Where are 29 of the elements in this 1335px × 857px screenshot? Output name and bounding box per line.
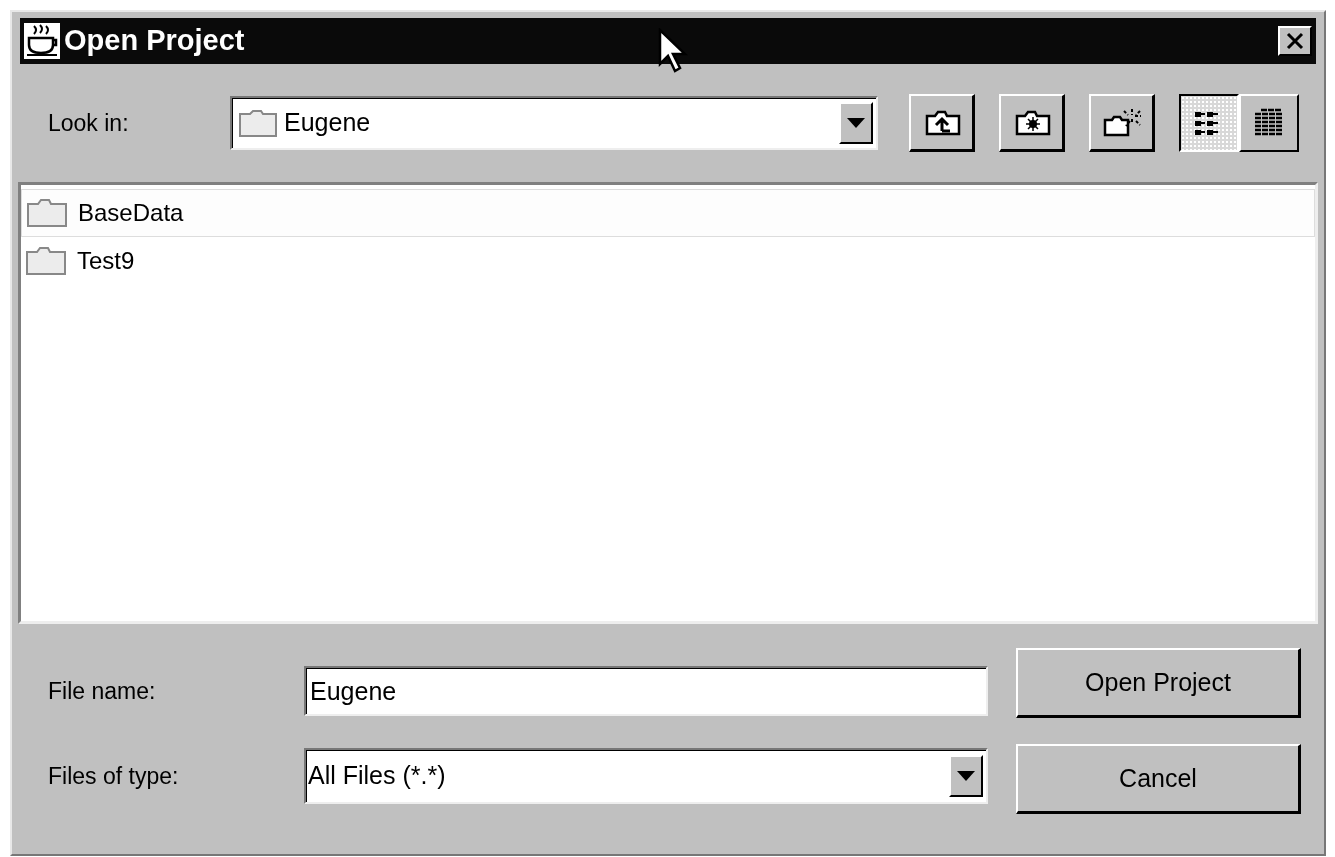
look-in-dropdown[interactable]: Eugene [230,96,878,150]
toolbar-button[interactable] [999,94,1065,152]
window-title: Open Project [64,23,245,59]
new-folder-icon [1101,106,1142,139]
cancel-button[interactable]: Cancel [1016,744,1301,814]
folder-icon [25,245,67,277]
dropdown-arrow-button[interactable] [839,102,873,144]
file-type-label: Files of type: [48,761,180,791]
file-type-value: All Files (*.*) [307,760,447,792]
open-project-button[interactable]: Open Project [1016,648,1301,718]
look-in-value: Eugene [283,107,372,139]
file-name-field[interactable]: Eugene [304,666,988,716]
coffee-cup-icon [24,23,60,59]
toolbar-button[interactable] [1089,94,1155,152]
caret-icon [957,771,975,781]
file-list-item[interactable]: BaseData [21,189,1315,237]
folder-icon [238,108,278,138]
dropdown-arrow-button[interactable] [949,755,983,797]
toolbar-button[interactable] [909,94,975,152]
file-name-label: File name: [48,676,157,706]
close-button[interactable] [1278,26,1312,56]
close-icon [1285,32,1305,50]
file-type-dropdown[interactable]: All Files (*.*) [304,748,988,804]
folder-icon [26,197,68,229]
file-list-item[interactable]: Test9 [21,237,1315,285]
view-toggle-button[interactable] [1179,94,1239,152]
caret-icon [847,118,865,128]
look-in-label: Look in: [48,108,130,138]
details-view-icon [1253,108,1285,138]
